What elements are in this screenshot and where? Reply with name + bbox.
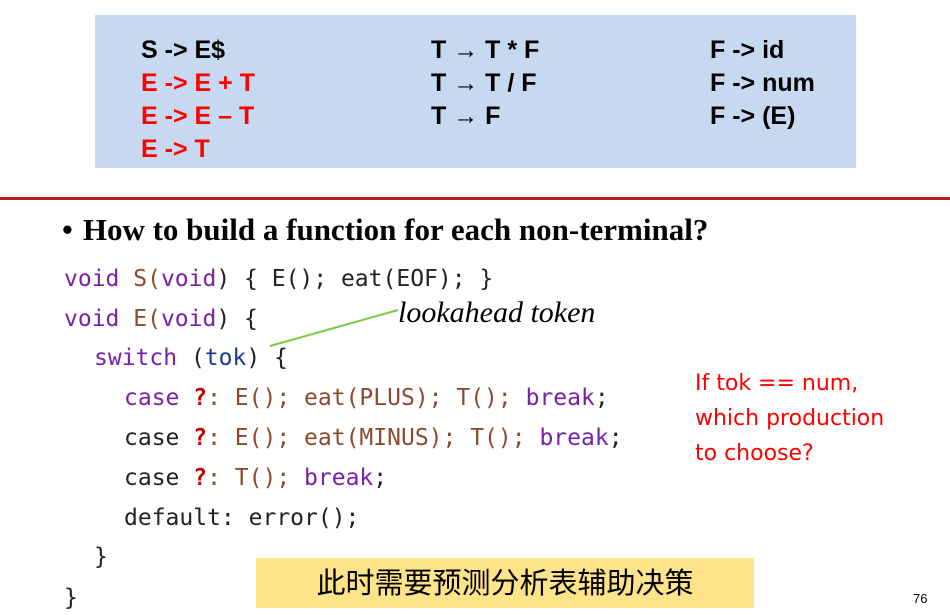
callout-line: If tok == num, (695, 371, 859, 396)
page-number: 76 (913, 591, 928, 606)
callout-line: to choose? (695, 441, 814, 466)
lookahead-label: lookahead token (398, 296, 596, 329)
callout-line: which production (695, 406, 885, 431)
note-box: 此时需要预测分析表辅助决策 (256, 558, 754, 608)
callout-question: If tok == num, which production to choos… (695, 366, 935, 471)
